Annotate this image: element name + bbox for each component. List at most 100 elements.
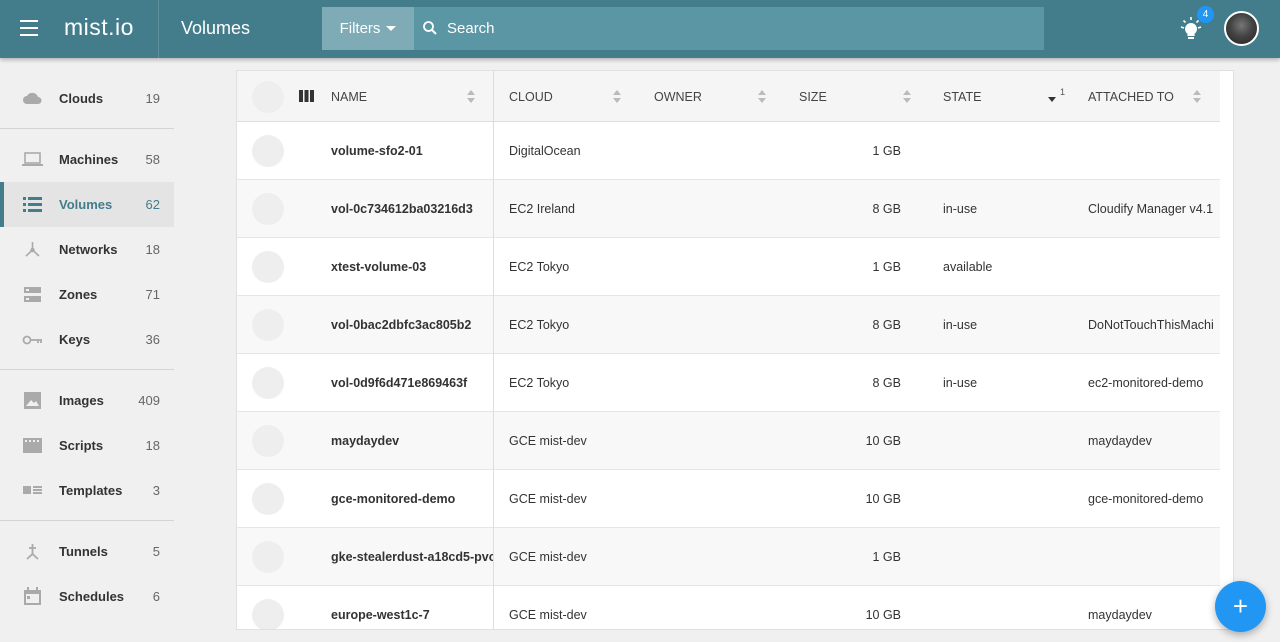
sidebar-item-tunnels[interactable]: Tunnels 5	[0, 529, 174, 574]
sidebar-item-count: 5	[152, 544, 160, 559]
sort-icon[interactable]	[1193, 90, 1201, 104]
volume-state	[943, 412, 1073, 470]
filters-button[interactable]: Filters	[322, 7, 414, 50]
volume-name: europe-west1c-7	[331, 608, 430, 622]
sidebar-item-count: 36	[145, 332, 160, 347]
sidebar-item-volumes[interactable]: Volumes 62	[0, 182, 174, 227]
sidebar-item-count: 58	[145, 152, 160, 167]
row-checkbox[interactable]	[252, 367, 284, 399]
row-checkbox[interactable]	[252, 483, 284, 515]
volume-attached-to	[1088, 238, 1220, 296]
volume-state	[943, 470, 1073, 528]
sidebar-divider	[0, 128, 174, 129]
sidebar-item-count: 6	[152, 589, 160, 604]
volume-size: 1 GB	[872, 144, 902, 158]
table-row[interactable]: vol-0c734612ba03216d3 EC2 Ireland 8 GB i…	[237, 180, 1220, 238]
sidebar-item-scripts[interactable]: Scripts 18	[0, 423, 174, 468]
sidebar-item-keys[interactable]: Keys 36	[0, 317, 174, 362]
search-bar: Filters	[322, 7, 1044, 50]
sort-descending-icon[interactable]	[1048, 97, 1056, 102]
filters-label: Filters	[339, 20, 381, 37]
sort-icon[interactable]	[613, 90, 621, 104]
column-header-size[interactable]: SIZE	[799, 71, 827, 122]
search-input[interactable]	[447, 7, 1037, 50]
sidebar-item-machines[interactable]: Machines 58	[0, 137, 174, 182]
columns-icon[interactable]	[299, 90, 314, 102]
zones-icon	[24, 287, 41, 302]
template-icon	[23, 486, 42, 494]
add-volume-button[interactable]: +	[1215, 581, 1266, 632]
sort-icon[interactable]	[467, 90, 475, 104]
logo[interactable]: mist.io	[64, 14, 134, 41]
volume-attached-to: ec2-monitored-demo	[1088, 376, 1204, 390]
sidebar-item-label: Networks	[59, 242, 118, 257]
volume-attached-to: maydaydev	[1088, 434, 1152, 448]
sidebar-item-label: Schedules	[59, 589, 125, 604]
column-header-owner[interactable]: OWNER	[654, 71, 702, 122]
key-icon	[22, 335, 42, 345]
notification-badge: 4	[1197, 6, 1214, 23]
select-all-checkbox[interactable]	[252, 81, 284, 113]
avatar[interactable]	[1224, 11, 1259, 46]
volume-size: 10 GB	[865, 492, 901, 506]
row-checkbox[interactable]	[252, 541, 284, 573]
top-app-bar: mist.io Volumes Filters 4	[0, 0, 1280, 58]
table-row[interactable]: xtest-volume-03 EC2 Tokyo 1 GB available	[237, 238, 1220, 296]
sidebar-item-zones[interactable]: Zones 71	[0, 272, 174, 317]
name-column-divider	[493, 71, 494, 629]
sidebar-item-networks[interactable]: Networks 18	[0, 227, 174, 272]
volume-cloud: GCE mist-dev	[509, 434, 587, 448]
volume-state	[943, 528, 1073, 586]
sidebar-item-label: Templates	[59, 483, 123, 498]
header-divider	[158, 0, 159, 58]
volume-attached-to: gce-monitored-demo	[1088, 492, 1204, 506]
table-row[interactable]: maydaydev GCE mist-dev 10 GB maydaydev	[237, 412, 1220, 470]
volume-size: 8 GB	[872, 202, 902, 216]
row-checkbox[interactable]	[252, 309, 284, 341]
sort-icon[interactable]	[758, 90, 766, 104]
row-checkbox[interactable]	[252, 193, 284, 225]
table-row[interactable]: volume-sfo2-01 DigitalOcean 1 GB	[237, 122, 1220, 180]
table-row[interactable]: gke-stealerdust-a18cd5-pvc- GCE mist-dev…	[237, 528, 1220, 586]
row-checkbox[interactable]	[252, 425, 284, 457]
menu-icon[interactable]	[20, 20, 44, 38]
table-row[interactable]: europe-west1c-7 GCE mist-dev 10 GB mayda…	[237, 586, 1220, 629]
column-header-state[interactable]: STATE	[943, 71, 981, 122]
volume-size: 8 GB	[872, 318, 902, 332]
volume-name: xtest-volume-03	[331, 260, 427, 274]
table-row[interactable]: vol-0bac2dbfc3ac805b2 EC2 Tokyo 8 GB in-…	[237, 296, 1220, 354]
sidebar-item-images[interactable]: Images 409	[0, 378, 174, 423]
volume-size: 1 GB	[872, 260, 902, 274]
row-checkbox[interactable]	[252, 251, 284, 283]
sidebar-item-templates[interactable]: Templates 3	[0, 468, 174, 513]
sidebar-item-schedules[interactable]: Schedules 6	[0, 574, 174, 619]
volume-cloud: EC2 Tokyo	[509, 376, 570, 390]
volume-size: 10 GB	[865, 608, 901, 622]
volume-attached-to: Cloudify Manager v4.1	[1088, 202, 1214, 216]
sidebar-item-clouds[interactable]: Clouds 19	[0, 76, 174, 121]
column-header-name[interactable]: NAME	[331, 71, 367, 122]
sidebar-item-count: 62	[145, 197, 160, 212]
sidebar-item-count: 18	[145, 242, 160, 257]
table-body: volume-sfo2-01 DigitalOcean 1 GB vol-0c7…	[237, 122, 1220, 629]
column-header-attached-to[interactable]: ATTACHED TO	[1088, 71, 1174, 122]
sidebar-item-label: Images	[59, 393, 104, 408]
row-checkbox[interactable]	[252, 599, 284, 629]
page-title: Volumes	[181, 18, 251, 38]
table-row[interactable]: vol-0d9f6d471e869463f EC2 Tokyo 8 GB in-…	[237, 354, 1220, 412]
sidebar-item-label: Keys	[59, 332, 91, 347]
sort-icon[interactable]	[903, 90, 911, 104]
volume-cloud: EC2 Tokyo	[509, 318, 570, 332]
volume-name: vol-0bac2dbfc3ac805b2	[331, 318, 472, 332]
volumes-table: NAME CLOUD OWNER SIZE STATE 1 ATTACHED T…	[236, 70, 1234, 630]
volumes-icon	[23, 197, 42, 212]
volume-attached-to: DoNotTouchThisMachi	[1088, 318, 1214, 332]
sidebar-item-label: Zones	[59, 287, 98, 302]
cloud-icon	[23, 92, 42, 104]
row-checkbox[interactable]	[252, 135, 284, 167]
sidebar-item-count: 409	[138, 393, 160, 408]
tunnel-icon	[26, 544, 39, 560]
table-row[interactable]: gce-monitored-demo GCE mist-dev 10 GB gc…	[237, 470, 1220, 528]
column-header-cloud[interactable]: CLOUD	[509, 71, 553, 122]
network-icon	[25, 242, 40, 257]
